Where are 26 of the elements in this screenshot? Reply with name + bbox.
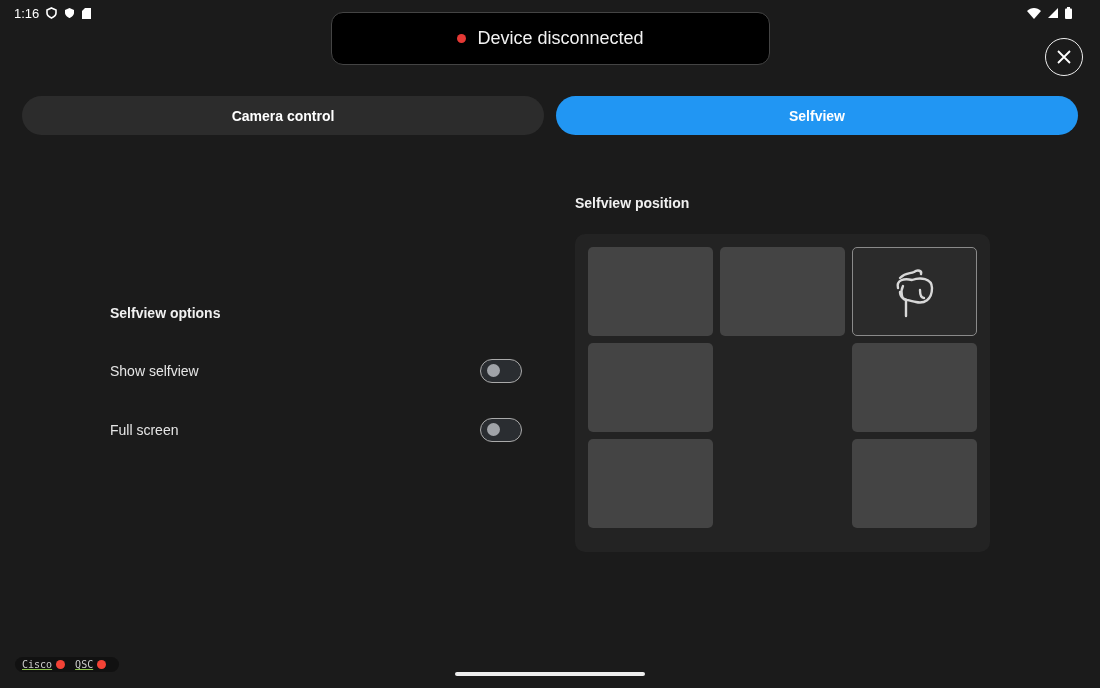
position-tile[interactable] [852,247,977,336]
position-tile[interactable] [852,343,977,432]
toggle-label: Full screen [110,421,179,438]
position-tile[interactable] [588,247,713,336]
position-tile[interactable] [588,343,713,432]
section-heading: Selfview position [575,195,691,211]
position-tile[interactable] [588,439,713,528]
position-tile[interactable] [720,247,845,336]
wifi-icon [1027,7,1041,19]
home-indicator[interactable] [455,672,645,676]
connection-link[interactable]: Cisco [22,659,53,670]
toggle-switch[interactable] [480,358,522,383]
position-tile[interactable] [852,439,977,528]
status-time: 1:16 [14,5,40,21]
shield-icon [64,7,76,19]
sd-card-icon [82,7,92,19]
section-heading: Selfview options [110,305,222,321]
close-icon [1057,50,1071,64]
toggle-switch[interactable] [480,417,522,442]
toast-message: Device disconnected [477,28,644,49]
connection-link[interactable]: QSC [75,659,94,670]
signal-icon [1048,8,1058,18]
toggle-label: Show selfview [110,362,199,379]
shield-icon [46,7,58,19]
tab[interactable]: Camera control [22,96,544,135]
battery-icon [1065,7,1072,19]
